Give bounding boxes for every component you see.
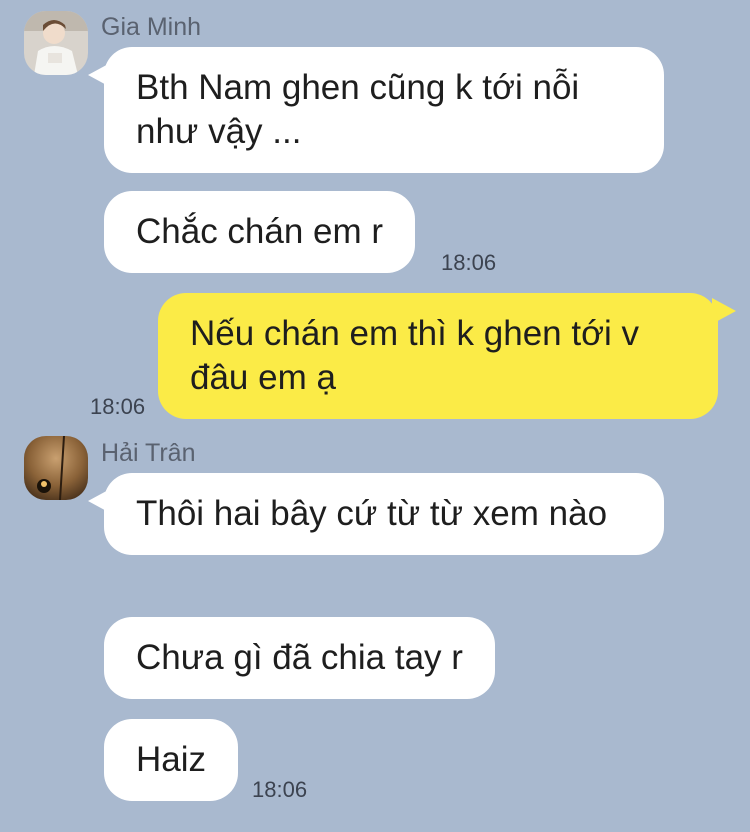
- message-bubble[interactable]: Haiz: [104, 719, 239, 801]
- message-bubble[interactable]: Chưa gì đã chia tay r: [104, 617, 495, 699]
- message-timestamp: 18:06: [252, 777, 308, 802]
- chat-area[interactable]: Gia Minh Bth Nam ghen cũng k tới nỗi như…: [0, 0, 750, 832]
- message-bubble[interactable]: Chắc chán em r: [104, 191, 416, 273]
- message-timestamp: 18:06: [90, 394, 146, 419]
- sender-name: Gia Minh: [101, 13, 202, 41]
- outgoing-message-bubble[interactable]: Nếu chán em thì k ghen tới v đâu em ạ: [158, 293, 718, 419]
- message-bubble[interactable]: Bth Nam ghen cũng k tới nỗi như vậy ...: [104, 47, 664, 173]
- sender-name: Hải Trân: [101, 439, 196, 467]
- message-timestamp: 18:06: [441, 250, 497, 275]
- avatar-gia-minh[interactable]: [24, 11, 88, 75]
- avatar-hai-tran[interactable]: [24, 436, 88, 500]
- message-bubble[interactable]: Thôi hai bây cứ từ từ xem nào: [104, 473, 664, 555]
